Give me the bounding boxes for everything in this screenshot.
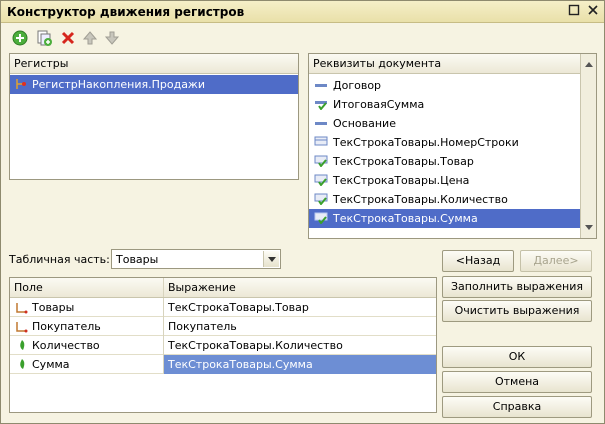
window-title: Конструктор движения регистров xyxy=(7,5,245,19)
resource-icon xyxy=(20,359,25,369)
tabular-select-value: Товары xyxy=(116,253,159,266)
col-field-header: Поле xyxy=(10,278,164,297)
dialog-window: Конструктор движения регистров Регистры xyxy=(0,0,605,424)
dimension-icon xyxy=(16,303,28,314)
attribute-item-selected[interactable]: ТекСтрокаТовары.Сумма xyxy=(309,209,580,228)
attributes-scrollbar[interactable] xyxy=(580,54,596,238)
fill-expressions-button[interactable]: Заполнить выражения xyxy=(442,276,592,298)
table-row-selected[interactable]: Сумма ТекСтрокаТовары.Сумма xyxy=(10,355,436,374)
resource-icon xyxy=(20,340,25,350)
attribute-item[interactable]: ТекСтрокаТовары.Товар xyxy=(309,152,580,171)
field-icon xyxy=(314,79,328,91)
field-icon xyxy=(314,117,328,129)
fields-grid: Поле Выражение Товары ТекСтрокаТовары.То… xyxy=(9,277,437,413)
tabular-select[interactable]: Товары xyxy=(111,249,281,269)
attribute-item[interactable]: ТекСтрокаТовары.Цена xyxy=(309,171,580,190)
add-icon[interactable] xyxy=(11,29,31,49)
arrow-down-icon[interactable] xyxy=(103,29,123,49)
register-icon xyxy=(15,78,29,90)
attributes-header: Реквизиты документа xyxy=(309,54,580,74)
registers-panel: Регистры РегистрНакопления.Продажи xyxy=(9,53,299,180)
table-field-icon xyxy=(314,136,328,148)
maximize-icon[interactable] xyxy=(566,4,582,20)
table-row[interactable]: Товары ТекСтрокаТовары.Товар xyxy=(10,298,436,317)
attribute-item[interactable]: ИтоговаяСумма xyxy=(309,95,580,114)
register-item[interactable]: РегистрНакопления.Продажи xyxy=(10,75,298,94)
next-button[interactable]: Далее> xyxy=(520,250,592,272)
table-field-check-icon xyxy=(314,155,328,168)
cancel-button[interactable]: Отмена xyxy=(442,371,592,393)
copy-icon[interactable] xyxy=(35,29,55,49)
grid-header: Поле Выражение xyxy=(10,278,436,298)
close-icon[interactable] xyxy=(585,4,601,20)
table-row[interactable]: Количество ТекСтрокаТовары.Количество xyxy=(10,336,436,355)
title-bar: Конструктор движения регистров xyxy=(1,1,604,23)
attributes-panel: Реквизиты документа Договор ИтоговаяСумм… xyxy=(308,53,597,239)
attribute-item[interactable]: Договор xyxy=(309,76,580,95)
tabular-label: Табличная часть: xyxy=(9,253,110,266)
registers-header: Регистры xyxy=(10,54,298,74)
table-field-check-icon xyxy=(314,212,328,225)
attribute-item[interactable]: ТекСтрокаТовары.Количество xyxy=(309,190,580,209)
ok-button[interactable]: ОК xyxy=(442,346,592,368)
table-field-check-icon xyxy=(314,193,328,206)
table-row[interactable]: Покупатель Покупатель xyxy=(10,317,436,336)
delete-icon[interactable] xyxy=(59,29,79,49)
col-expr-header: Выражение xyxy=(168,281,236,294)
clear-expressions-button[interactable]: Очистить выражения xyxy=(442,300,592,322)
back-button[interactable]: <Назад xyxy=(442,250,514,272)
attribute-item[interactable]: Основание xyxy=(309,114,580,133)
help-button[interactable]: Справка xyxy=(442,396,592,418)
dimension-icon xyxy=(16,322,28,333)
chevron-down-icon[interactable] xyxy=(263,251,279,267)
attribute-item[interactable]: ТекСтрокаТовары.НомерСтроки xyxy=(309,133,580,152)
arrow-up-icon[interactable] xyxy=(81,29,101,49)
table-field-check-icon xyxy=(314,174,328,187)
field-check-icon xyxy=(314,98,328,111)
